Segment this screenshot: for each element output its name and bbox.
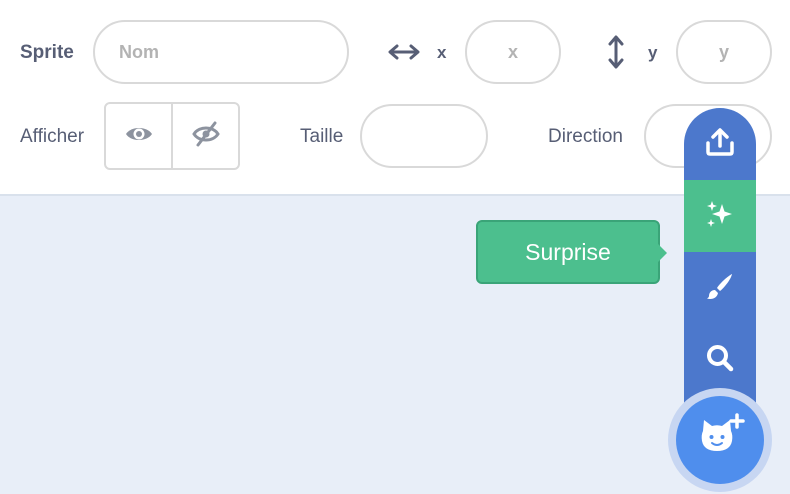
x-arrow-icon [386, 40, 422, 64]
upload-icon [704, 126, 736, 163]
cat-add-icon [695, 412, 745, 468]
sprite-menu [684, 108, 756, 428]
search-icon [704, 342, 736, 379]
surprise-tooltip-label: Surprise [525, 238, 611, 265]
upload-sprite-button[interactable] [684, 108, 756, 180]
sparkle-icon [704, 198, 736, 235]
tooltip-arrow [658, 244, 667, 262]
hide-sprite-button[interactable] [171, 104, 238, 168]
direction-label: Direction [548, 126, 623, 147]
paintbrush-icon [704, 270, 736, 307]
x-input[interactable]: x [465, 20, 561, 84]
x-placeholder: x [507, 41, 518, 62]
paint-sprite-button[interactable] [684, 252, 756, 324]
sprite-label: Sprite [20, 42, 74, 63]
sprite-info-panel: Sprite Nom x x y y Afficher Taille Direc… [0, 0, 790, 196]
choose-sprite-button[interactable] [684, 324, 756, 396]
surprise-sprite-button[interactable] [684, 180, 756, 252]
add-sprite-button[interactable] [676, 396, 764, 484]
size-label: Taille [300, 126, 344, 147]
sprite-name-input[interactable]: Nom [93, 20, 349, 84]
size-input[interactable] [360, 104, 488, 168]
surprise-tooltip: Surprise [476, 220, 660, 284]
y-arrow-icon [604, 34, 628, 70]
show-sprite-button[interactable] [106, 104, 171, 168]
visibility-toggle-group [104, 102, 240, 170]
eye-slash-icon [191, 121, 221, 152]
y-input[interactable]: y [676, 20, 772, 84]
y-placeholder: y [718, 41, 729, 62]
eye-icon [124, 124, 154, 149]
sprite-name-placeholder: Nom [119, 41, 159, 62]
show-label: Afficher [20, 126, 85, 147]
y-label: y [648, 43, 658, 62]
x-label: x [437, 43, 447, 62]
